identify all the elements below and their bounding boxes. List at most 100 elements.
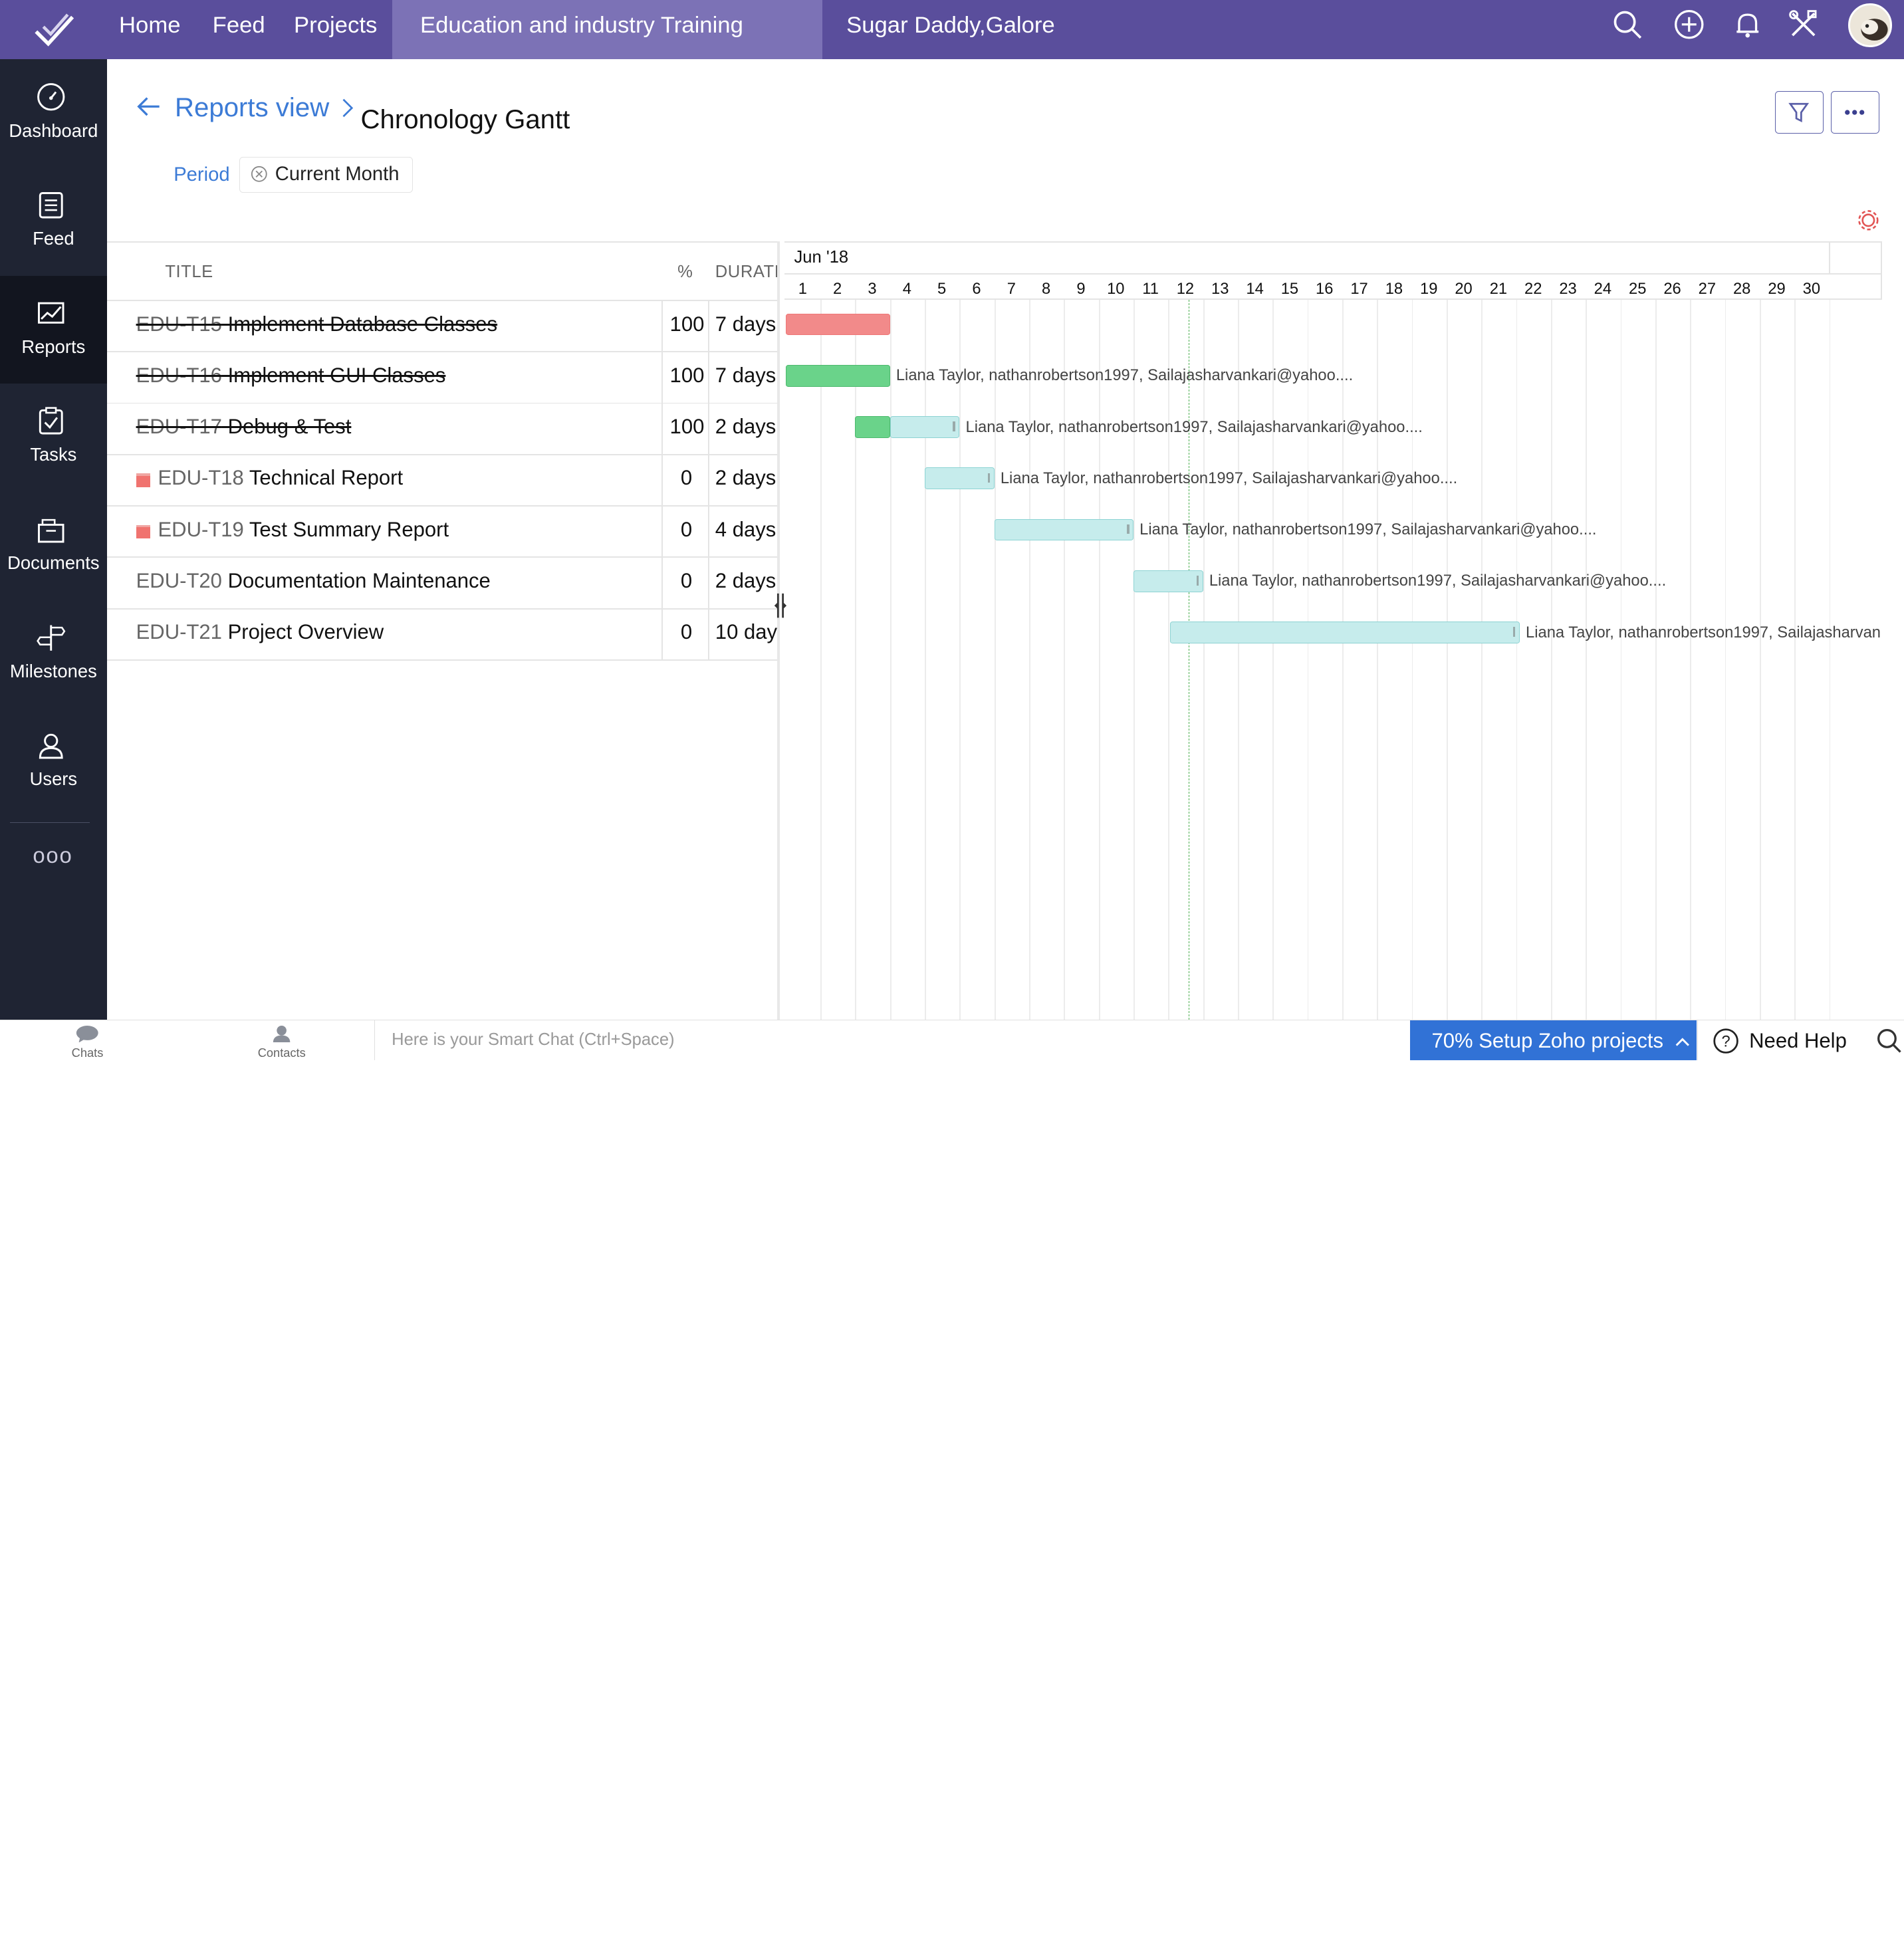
gantt-task-bar[interactable] xyxy=(1169,622,1520,643)
nav-feed[interactable]: Feed xyxy=(213,0,265,59)
task-name[interactable]: Documentation Maintenance xyxy=(222,569,491,592)
sidebar-item-dashboard[interactable]: Dashboard xyxy=(0,59,107,168)
gantt-task-bar[interactable] xyxy=(785,364,890,387)
bottom-search-icon[interactable] xyxy=(1876,1028,1903,1054)
column-header-duration[interactable]: DURATI xyxy=(715,263,777,282)
column-header-percent[interactable]: % xyxy=(677,263,693,282)
row-divider xyxy=(106,505,777,507)
task-name[interactable]: Implement Database Classes xyxy=(222,312,498,336)
gantt-task-bar[interactable] xyxy=(1133,570,1203,592)
gantt-day-gridline xyxy=(1377,300,1379,1020)
bar-resize-handle[interactable] xyxy=(1126,524,1130,534)
page-title: Chronology Gantt xyxy=(360,104,570,135)
task-key[interactable]: EDU-T16 xyxy=(136,364,222,387)
bar-resize-handle[interactable] xyxy=(1196,576,1199,586)
task-title[interactable]: EDU-T18 Technical Report xyxy=(158,466,403,490)
task-key[interactable]: EDU-T15 xyxy=(136,312,222,336)
gantt-task-bar[interactable] xyxy=(785,313,890,336)
task-key[interactable]: EDU-T20 xyxy=(136,569,222,592)
more-options-button[interactable] xyxy=(1831,90,1880,134)
smart-chat-input[interactable]: Here is your Smart Chat (Ctrl+Space) xyxy=(374,1020,1409,1060)
sidebar-item-documents[interactable]: Documents xyxy=(0,492,107,600)
gantt-day-gridline xyxy=(890,300,892,1020)
gantt-assignee-label: Liana Taylor, nathanrobertson1997, Saila… xyxy=(1139,521,1597,539)
sidebar-item-users[interactable]: Users xyxy=(0,708,107,816)
sidebar-item-reports[interactable]: Reports xyxy=(0,275,107,384)
gantt-task-bar[interactable] xyxy=(925,467,995,490)
filter-button[interactable] xyxy=(1775,90,1824,134)
tab-current-project[interactable]: Education and industry Training Sys... xyxy=(392,0,822,89)
gantt-day-gridline xyxy=(1238,300,1239,1020)
task-title[interactable]: EDU-T19 Test Summary Report xyxy=(158,518,449,542)
pane-resizer[interactable] xyxy=(776,241,780,1020)
clear-period-icon[interactable] xyxy=(251,166,268,183)
task-title[interactable]: EDU-T15 Implement Database Classes xyxy=(136,312,498,336)
gantt-day-gridline xyxy=(1203,300,1205,1020)
bar-resize-handle[interactable] xyxy=(987,473,991,483)
back-arrow-icon[interactable] xyxy=(136,94,161,119)
portal-name[interactable]: Sugar Daddy,Galore xyxy=(846,0,1055,59)
gantt-day-gridline xyxy=(1029,300,1030,1020)
tools-icon[interactable] xyxy=(1788,9,1819,40)
sidebar-label-reports: Reports xyxy=(21,336,86,357)
sidebar-more-icon[interactable]: ooo xyxy=(33,843,72,868)
gantt-day-label: 14 xyxy=(1246,280,1264,298)
settings-gear-icon[interactable] xyxy=(1857,209,1880,232)
add-icon[interactable] xyxy=(1673,9,1705,40)
gantt-task-bar[interactable] xyxy=(994,518,1134,541)
contacts-button[interactable]: Contacts xyxy=(253,1025,311,1060)
breadcrumb-reports-view[interactable]: Reports view xyxy=(175,92,329,123)
task-name[interactable]: Test Summary Report xyxy=(244,518,449,541)
gantt-day-label: 4 xyxy=(902,280,911,298)
gantt-day-label: 2 xyxy=(833,280,842,298)
gantt-task-bar[interactable] xyxy=(855,416,890,438)
task-duration: 2 days xyxy=(715,466,776,490)
task-name[interactable]: Project Overview xyxy=(222,620,384,643)
need-help-button[interactable]: ? Need Help xyxy=(1697,1020,1867,1060)
gantt-day-label: 20 xyxy=(1455,280,1473,298)
sidebar-label-documents: Documents xyxy=(7,552,100,574)
resize-handle-icon[interactable] xyxy=(773,592,788,619)
zoho-projects-logo-icon[interactable] xyxy=(31,7,80,51)
gantt-day-label: 27 xyxy=(1698,280,1717,298)
gantt-day-gridline xyxy=(1655,300,1657,1020)
contact-person-icon xyxy=(273,1025,291,1043)
bar-resize-handle[interactable] xyxy=(953,421,955,431)
chats-button[interactable]: Chats xyxy=(63,1025,112,1060)
task-name[interactable]: Debug & Test xyxy=(222,415,352,438)
task-title[interactable]: EDU-T20 Documentation Maintenance xyxy=(136,569,491,593)
column-header-title[interactable]: TITLE xyxy=(165,263,213,282)
nav-home[interactable]: Home xyxy=(119,0,181,59)
task-key[interactable]: EDU-T21 xyxy=(136,620,222,643)
period-chip[interactable]: Current Month xyxy=(239,156,413,193)
nav-projects[interactable]: Projects xyxy=(294,0,377,59)
task-key[interactable]: EDU-T19 xyxy=(158,518,243,541)
task-key[interactable]: EDU-T17 xyxy=(136,415,222,438)
bar-resize-handle[interactable] xyxy=(1512,627,1516,637)
task-key[interactable]: EDU-T18 xyxy=(158,466,243,489)
sidebar-item-tasks[interactable]: Tasks xyxy=(0,384,107,492)
task-title[interactable]: EDU-T16 Implement GUI Classes xyxy=(136,364,446,388)
task-name[interactable]: Technical Report xyxy=(244,466,403,489)
gantt-task-bar[interactable] xyxy=(890,416,960,438)
setup-label: 70% Setup Zoho projects xyxy=(1431,1029,1664,1053)
task-title[interactable]: EDU-T17 Debug & Test xyxy=(136,415,352,439)
sidebar-item-feed[interactable]: Feed xyxy=(0,168,107,276)
user-avatar[interactable] xyxy=(1847,3,1892,48)
sidebar-label-users: Users xyxy=(29,768,78,790)
task-name[interactable]: Implement GUI Classes xyxy=(222,364,446,387)
gantt-day-gridline xyxy=(1098,300,1100,1020)
gantt-month-border xyxy=(784,273,1883,275)
sidebar-item-milestones[interactable]: Milestones xyxy=(0,600,107,708)
task-title[interactable]: EDU-T21 Project Overview xyxy=(136,620,384,644)
row-divider xyxy=(106,453,777,455)
gantt-day-gridline xyxy=(820,300,822,1020)
gantt-day-label: 22 xyxy=(1524,280,1542,298)
sidebar-label-feed: Feed xyxy=(33,228,74,249)
gantt-day-label: 10 xyxy=(1107,280,1125,298)
gantt-day-gridline xyxy=(1064,300,1066,1020)
setup-progress-button[interactable]: 70% Setup Zoho projects xyxy=(1409,1020,1697,1060)
bell-icon[interactable] xyxy=(1732,9,1763,40)
gantt-day-label: 12 xyxy=(1176,280,1195,298)
search-icon[interactable] xyxy=(1611,9,1643,40)
